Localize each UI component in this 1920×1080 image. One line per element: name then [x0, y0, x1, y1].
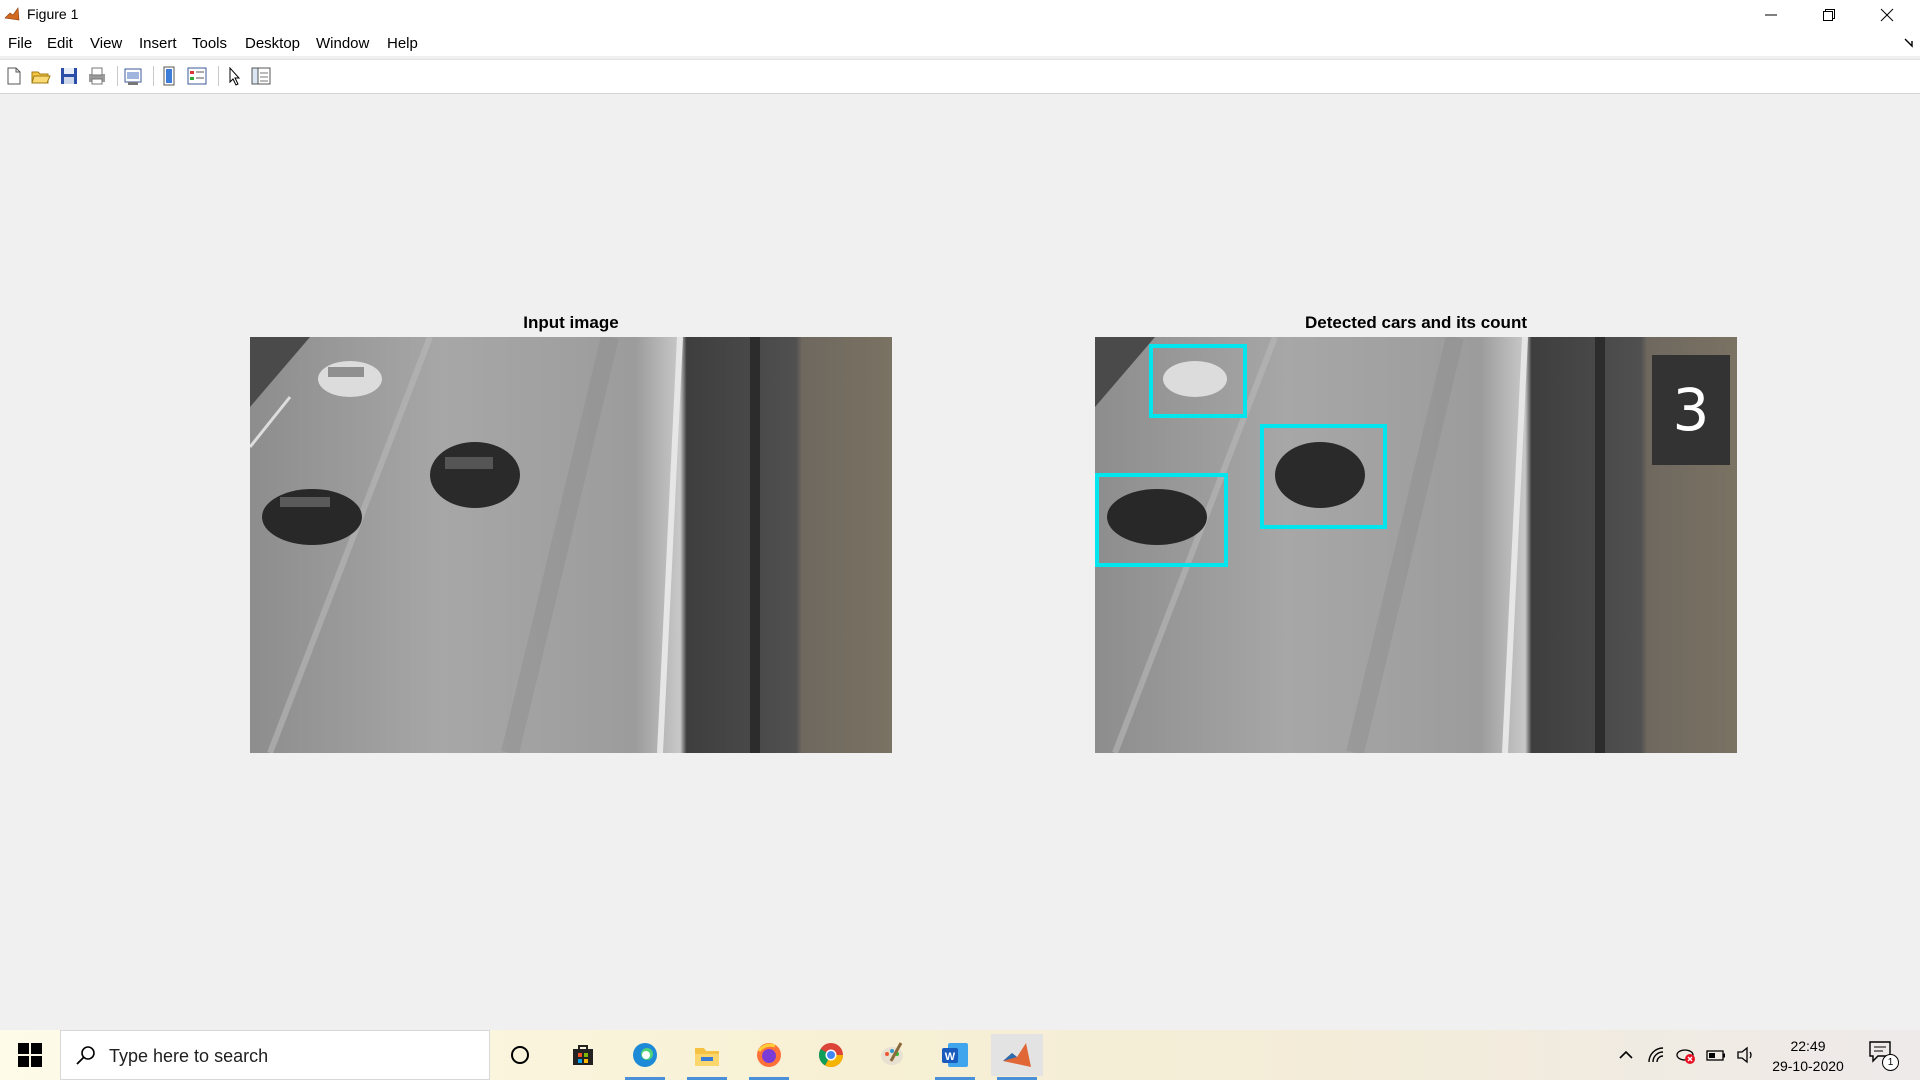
taskbar-cortana[interactable]: [494, 1034, 546, 1076]
figure-toolbar: [0, 59, 1920, 94]
menu-help[interactable]: Help: [387, 35, 418, 52]
minimize-button[interactable]: [1742, 0, 1800, 28]
menu-insert[interactable]: Insert: [139, 35, 177, 52]
print-icon: [89, 67, 105, 85]
close-icon: [1880, 8, 1894, 22]
show-hidden-icons-chevron-up-icon[interactable]: [1616, 1045, 1636, 1065]
system-clock[interactable]: 22:49 29-10-2020: [1758, 1036, 1858, 1076]
open-file-button[interactable]: [30, 65, 52, 87]
taskbar-chrome[interactable]: [805, 1034, 857, 1076]
taskbar-paint[interactable]: [867, 1034, 919, 1076]
menu-window[interactable]: Window: [316, 35, 369, 52]
car-dark: [1275, 442, 1365, 508]
detected-image: 3: [1095, 337, 1737, 753]
taskbar-file-explorer[interactable]: [681, 1034, 733, 1080]
dock-arrow-icon[interactable]: [1904, 38, 1914, 48]
matlab-icon: [4, 6, 20, 22]
save-button[interactable]: [58, 65, 80, 87]
car-white: [318, 361, 382, 397]
search-placeholder: Type here to search: [109, 1046, 269, 1066]
car-dark: [262, 489, 362, 545]
battery-icon[interactable]: [1706, 1045, 1726, 1065]
notification-count-badge: 1: [1882, 1054, 1899, 1071]
search-box[interactable]: Type here to search: [60, 1030, 490, 1080]
close-button[interactable]: [1858, 0, 1916, 28]
window-titlebar: Figure 1: [0, 0, 1920, 28]
svg-text:W: W: [945, 1051, 956, 1063]
menu-view[interactable]: View: [90, 35, 122, 52]
taskbar-edge[interactable]: [619, 1034, 671, 1080]
new-figure-icon: [7, 67, 21, 85]
toolbar-separator: [153, 66, 154, 86]
chrome-icon: [818, 1043, 843, 1068]
edge-icon: [633, 1043, 657, 1067]
toolbar-separator: [117, 66, 118, 86]
minimize-icon: [1765, 14, 1777, 16]
menu-desktop[interactable]: Desktop: [245, 35, 300, 52]
file-explorer-icon: [695, 1048, 719, 1066]
highway-image: [1095, 337, 1737, 753]
window-title: Figure 1: [27, 6, 79, 22]
print-preview-icon: [124, 68, 142, 85]
cortana-icon: [511, 1046, 529, 1064]
taskbar-matlab[interactable]: [991, 1034, 1043, 1080]
axes-title-detected: Detected cars and its count: [1304, 313, 1527, 332]
windows-logo-icon: [18, 1043, 42, 1067]
clock-date: 29-10-2020: [1772, 1058, 1844, 1074]
input-image: [250, 337, 892, 753]
windows-taskbar: Type here to search W 22:49 29-10-2020 1: [0, 1030, 1920, 1080]
taskbar-firefox[interactable]: [743, 1034, 795, 1080]
taskbar-store[interactable]: [557, 1034, 609, 1076]
restore-icon: [1823, 9, 1835, 21]
legend-icon: [187, 67, 207, 85]
action-center-button[interactable]: 1: [1868, 1040, 1899, 1071]
security-alert-icon[interactable]: [1676, 1045, 1696, 1065]
open-file-icon: [31, 71, 51, 84]
firefox-icon: [757, 1043, 781, 1067]
clock-time: 22:49: [1790, 1038, 1826, 1054]
menu-bar: File Edit View Insert Tools Desktop Wind…: [0, 28, 1920, 56]
property-inspector-button[interactable]: [250, 65, 272, 87]
edit-plot-icon: [229, 66, 241, 86]
menu-file[interactable]: File: [8, 35, 32, 52]
taskbar-word[interactable]: W: [929, 1034, 981, 1080]
colorbar-button[interactable]: [158, 65, 180, 87]
print-preview-button[interactable]: [122, 65, 144, 87]
highway-image: [250, 337, 892, 753]
car-dark: [430, 442, 520, 508]
colorbar-icon: [163, 66, 175, 86]
edit-plot-button[interactable]: [224, 65, 246, 87]
volume-icon[interactable]: [1736, 1045, 1756, 1065]
property-inspector-icon: [251, 67, 271, 85]
toolbar-separator: [218, 66, 219, 86]
print-button[interactable]: [86, 65, 108, 87]
network-icon[interactable]: [1646, 1045, 1666, 1065]
restore-button[interactable]: [1800, 0, 1858, 28]
car-dark: [1107, 489, 1207, 545]
save-icon: [61, 68, 77, 84]
search-icon: [76, 1046, 95, 1065]
matlab-icon: [1003, 1043, 1031, 1067]
store-icon: [573, 1045, 593, 1065]
new-figure-button[interactable]: [3, 65, 25, 87]
word-icon: W: [942, 1043, 968, 1067]
legend-button[interactable]: [186, 65, 208, 87]
axes-title-input: Input image: [523, 313, 619, 332]
car-white: [1163, 361, 1227, 397]
menu-edit[interactable]: Edit: [47, 35, 73, 52]
car-count: 3: [1672, 376, 1710, 444]
paint-icon: [881, 1042, 903, 1065]
menu-tools[interactable]: Tools: [192, 35, 227, 52]
start-button[interactable]: [0, 1030, 60, 1080]
